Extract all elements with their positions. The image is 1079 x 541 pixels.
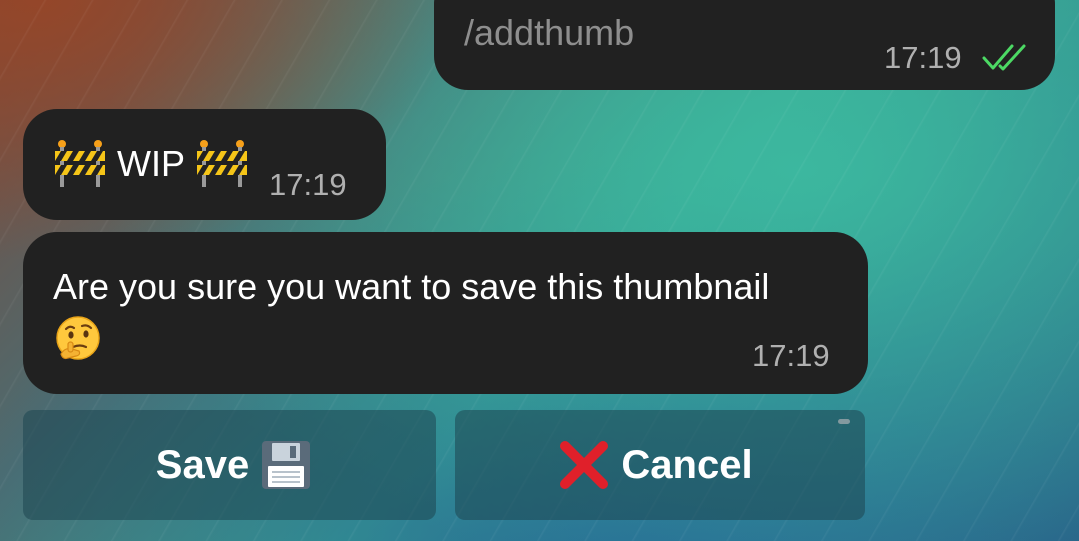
floppy-disk-icon [259, 438, 313, 492]
construction-barrier-icon [53, 139, 107, 189]
incoming-message-bubble[interactable]: Are you sure you want to save this thumb… [23, 232, 868, 394]
confirm-text: Are you sure you want to save this thumb… [53, 266, 770, 307]
save-button[interactable]: Save [23, 410, 436, 520]
message-time: 17:19 [269, 167, 347, 202]
incoming-message-bubble[interactable]: WIP 17:19 [23, 109, 386, 220]
thinking-face-icon [53, 314, 103, 364]
double-check-icon [982, 40, 1030, 74]
red-cross-icon [557, 438, 611, 492]
cancel-button[interactable]: Cancel [455, 410, 865, 520]
cancel-label: Cancel [621, 442, 753, 487]
save-label: Save [155, 442, 250, 487]
message-time: 17:19 [884, 40, 962, 75]
wip-label: WIP [117, 143, 185, 184]
command-text: /addthumb [464, 12, 635, 53]
message-time: 17:19 [752, 338, 830, 373]
construction-barrier-icon [195, 139, 249, 189]
wip-row: WIP [53, 139, 249, 189]
outgoing-message-bubble[interactable]: /addthumb 17:19 [434, 0, 1055, 90]
